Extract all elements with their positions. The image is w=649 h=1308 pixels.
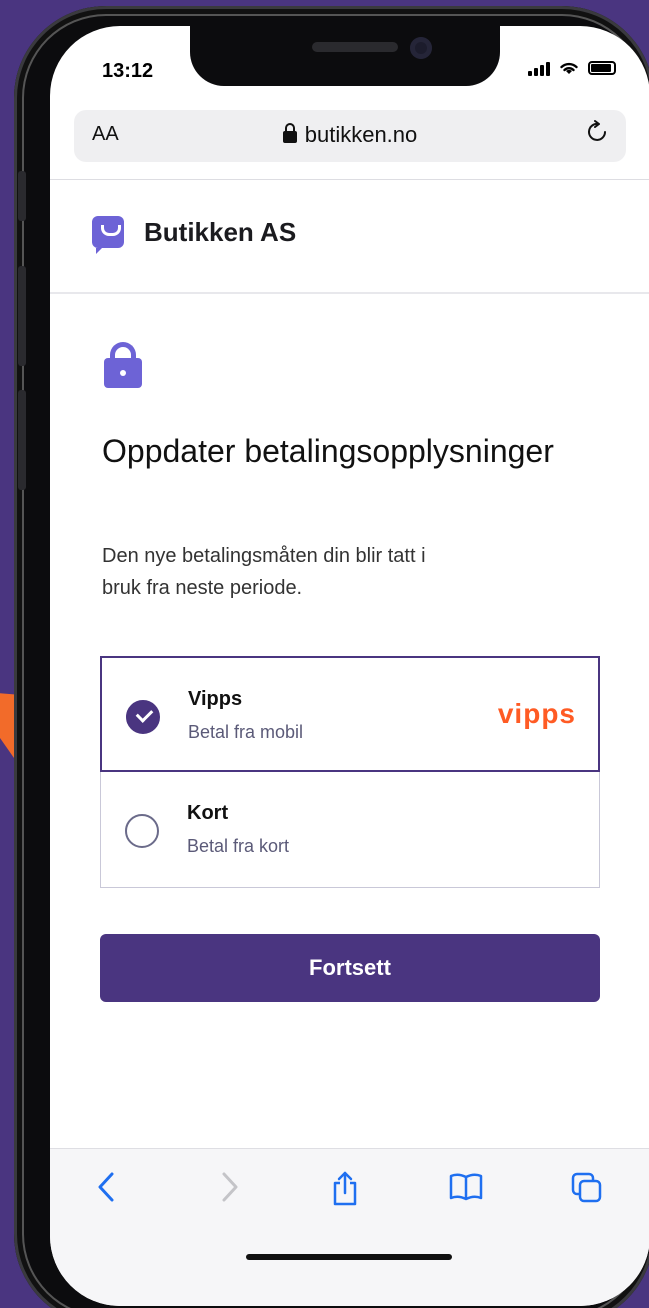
page-description: Den nye betalingsmåten din blir tatt i b…	[102, 545, 426, 599]
share-icon[interactable]	[330, 1171, 360, 1207]
option-label: Vipps	[188, 688, 243, 710]
battery-icon	[588, 61, 616, 75]
forward-icon[interactable]	[220, 1171, 240, 1203]
home-indicator[interactable]	[246, 1254, 452, 1260]
site-header: Butikken AS	[92, 216, 297, 254]
divider	[50, 179, 649, 180]
notch	[190, 26, 500, 86]
option-label: Kort	[187, 802, 229, 824]
url-display[interactable]: butikken.no	[74, 122, 626, 148]
radio-unchecked-icon[interactable]	[125, 814, 159, 848]
status-time: 13:12	[102, 60, 154, 82]
signal-icon	[528, 60, 550, 76]
vipps-logo: vipps	[497, 698, 576, 729]
reload-icon[interactable]	[586, 118, 610, 144]
payment-option-kort[interactable]: Kort Betal fra kort	[100, 772, 600, 888]
lock-icon	[282, 123, 297, 143]
volume-up-button	[18, 266, 26, 366]
phone-frame: 13:12 AA butikken.no Butikken AS Oppdate…	[14, 6, 649, 1308]
divider	[50, 292, 649, 294]
camera	[410, 37, 432, 59]
option-sublabel: Betal fra mobil	[188, 722, 304, 742]
status-icons	[528, 60, 616, 76]
lock-icon	[104, 342, 142, 388]
back-icon[interactable]	[96, 1171, 116, 1203]
bookmarks-icon[interactable]	[448, 1171, 484, 1203]
browser-toolbar	[50, 1149, 649, 1306]
speaker	[312, 42, 398, 52]
continue-button[interactable]: Fortsett	[100, 934, 600, 1002]
mute-switch	[18, 171, 26, 221]
tabs-icon[interactable]	[570, 1171, 604, 1205]
address-bar[interactable]: AA butikken.no	[74, 110, 626, 162]
payment-options: Vipps Betal fra mobil vipps Kort Betal f…	[100, 656, 600, 888]
site-name: Butikken AS	[144, 216, 297, 247]
wifi-icon	[560, 62, 578, 74]
shop-logo-icon	[92, 216, 124, 254]
url-text: butikken.no	[304, 122, 418, 147]
payment-option-vipps[interactable]: Vipps Betal fra mobil vipps	[100, 656, 600, 772]
page-title: Oppdater betalingsopplysninger	[102, 433, 554, 469]
option-sublabel: Betal fra kort	[187, 836, 290, 856]
volume-down-button	[18, 390, 26, 490]
radio-checked-icon[interactable]	[126, 700, 160, 734]
screen: 13:12 AA butikken.no Butikken AS Oppdate…	[50, 26, 649, 1306]
